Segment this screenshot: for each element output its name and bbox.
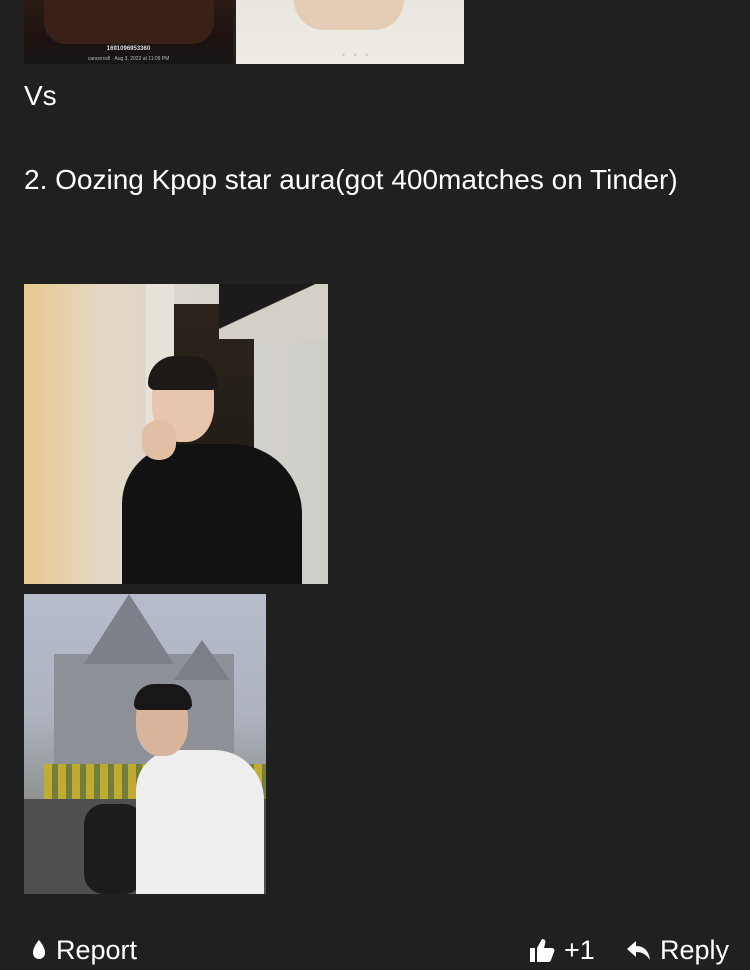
photo-caption-id: 1691096953360 bbox=[106, 46, 151, 52]
photo-subject-hand bbox=[142, 420, 176, 460]
photo-caption-meta: cancercell · Aug 3, 2023 at 11:09 PM bbox=[87, 56, 170, 62]
photo-subject-hair bbox=[134, 684, 192, 710]
like-button[interactable]: +1 bbox=[528, 930, 595, 970]
photo-subject-shape bbox=[44, 0, 214, 44]
report-button[interactable]: Report bbox=[30, 930, 137, 970]
kpop-photo-2[interactable] bbox=[24, 594, 266, 894]
comparison-photo-right[interactable]: • • • bbox=[236, 0, 464, 64]
photo-subject-shape bbox=[294, 0, 404, 30]
like-count: +1 bbox=[564, 935, 595, 965]
photo-motorbike bbox=[84, 804, 144, 894]
report-label: Report bbox=[56, 935, 138, 965]
flag-icon bbox=[30, 938, 48, 962]
point-text: 2. Oozing Kpop star aura(got 400matches … bbox=[24, 164, 678, 195]
reply-label: Reply bbox=[660, 935, 730, 965]
photo-pager-dots: • • • bbox=[342, 50, 372, 60]
photo-ceiling bbox=[219, 284, 328, 339]
photo-subject-body bbox=[122, 444, 302, 584]
vs-text: Vs bbox=[24, 80, 57, 111]
post-actions-bar: Report +1 Reply bbox=[0, 930, 750, 970]
reply-arrow-icon bbox=[626, 939, 652, 961]
thumbs-up-icon bbox=[528, 937, 556, 963]
kpop-photo-1[interactable] bbox=[24, 284, 328, 584]
photo-subject-hair bbox=[148, 356, 218, 390]
reply-button[interactable]: Reply bbox=[626, 930, 729, 970]
photo-subject-shirt bbox=[136, 750, 264, 894]
comparison-photo-left[interactable]: 1691096953360 cancercell · Aug 3, 2023 a… bbox=[24, 0, 233, 64]
photo-castle-roof bbox=[84, 594, 174, 664]
photo-castle-roof bbox=[174, 640, 230, 680]
previous-images-row: 1691096953360 cancercell · Aug 3, 2023 a… bbox=[24, 0, 464, 64]
